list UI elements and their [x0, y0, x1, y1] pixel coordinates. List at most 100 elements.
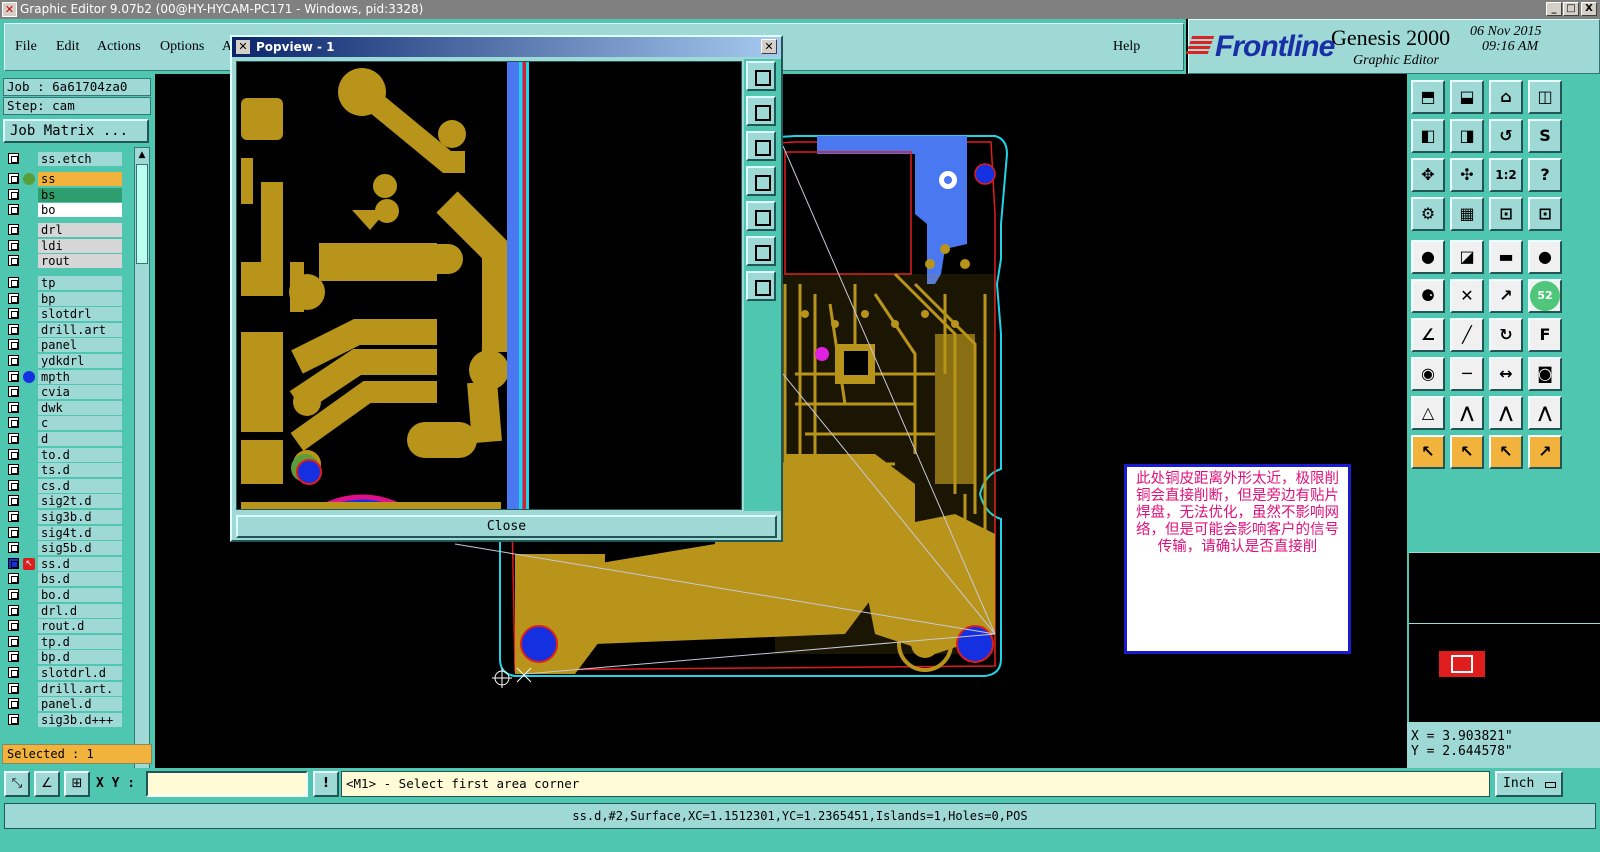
layer-row[interactable]: sig2t.d: [3, 494, 129, 509]
layer-name[interactable]: cs.d: [38, 478, 122, 493]
layer-name[interactable]: tp.d: [38, 634, 122, 649]
layer-name[interactable]: sig3b.d: [38, 510, 122, 524]
layer-name[interactable]: drl.d: [38, 603, 122, 618]
layer-checkbox[interactable]: [8, 255, 19, 267]
point-link-icon[interactable]: ↗: [1489, 279, 1523, 313]
layer-name[interactable]: slotdrl.d: [38, 666, 122, 680]
layer-row[interactable]: drill.art.: [3, 681, 129, 696]
layer-row[interactable]: drl: [3, 223, 129, 237]
select-arrow-icon[interactable]: ↖: [1411, 435, 1445, 469]
layer-name[interactable]: ydkdrl: [38, 354, 122, 368]
popview-zoom-fit-icon[interactable]: [746, 61, 776, 91]
layer-checkbox[interactable]: [8, 308, 19, 320]
layer-checkbox[interactable]: [8, 604, 19, 616]
job-matrix-button[interactable]: Job Matrix ...: [3, 119, 149, 143]
layer-row[interactable]: panel.d: [3, 697, 129, 712]
layer-checkbox[interactable]: [8, 323, 19, 335]
layer-checkbox[interactable]: [8, 224, 19, 235]
layer-checkbox[interactable]: [8, 204, 19, 216]
layer-row[interactable]: tp.d: [3, 634, 129, 649]
move-left-icon[interactable]: ◧: [1411, 119, 1445, 153]
layer-checkbox[interactable]: [8, 401, 19, 413]
angle-icon[interactable]: ∠: [1411, 318, 1445, 352]
layer-checkbox[interactable]: [8, 173, 19, 184]
select-edit-icon[interactable]: ↗: [1528, 435, 1562, 469]
layer-row[interactable]: bp.d: [3, 650, 129, 665]
layer-name[interactable]: ss: [38, 172, 122, 186]
layer-checkbox[interactable]: [8, 417, 19, 429]
layer-name[interactable]: ldi: [38, 238, 122, 253]
layer-row[interactable]: sig5b.d: [3, 541, 129, 556]
layer-row[interactable]: bp: [3, 291, 129, 306]
copy-pad-icon[interactable]: ◙: [1528, 357, 1562, 391]
layer-checkbox[interactable]: [8, 188, 19, 200]
popview-zoom-out-icon[interactable]: [746, 271, 776, 301]
layer-name[interactable]: tp: [38, 276, 122, 290]
layer-row[interactable]: sig3b.d: [3, 510, 129, 524]
layer-checkbox[interactable]: [8, 386, 19, 398]
layer-name[interactable]: ss.d: [38, 556, 122, 571]
layer-row[interactable]: c: [3, 416, 129, 431]
layer-name[interactable]: dwk: [38, 400, 122, 415]
layer-checkbox[interactable]: [8, 448, 19, 460]
config-icon[interactable]: ⚙: [1411, 197, 1445, 231]
color-swap-icon[interactable]: ◪: [1450, 240, 1484, 274]
pad-select-icon[interactable]: ●: [1411, 240, 1445, 274]
layer-name[interactable]: bp.d: [38, 650, 122, 665]
layer-name[interactable]: drl: [38, 223, 122, 237]
layer-row[interactable]: bo.d: [3, 588, 129, 602]
popview-pan-right-icon[interactable]: [746, 201, 776, 231]
layer-name[interactable]: panel.d: [38, 697, 122, 712]
layer-name[interactable]: sig3b.d+++: [38, 712, 122, 727]
minimize-button[interactable]: _: [1546, 2, 1562, 16]
layer-name[interactable]: bs.d: [38, 572, 122, 587]
net-select-icon[interactable]: ⊡: [1528, 197, 1562, 231]
popview-canvas[interactable]: [236, 61, 742, 510]
layer-row[interactable]: rout.d: [3, 619, 129, 634]
ruler-icon[interactable]: ▬: [1489, 240, 1523, 274]
layer-checkbox[interactable]: [8, 573, 19, 585]
layer-row[interactable]: slotdrl.d: [3, 666, 129, 680]
menu-options[interactable]: Options: [160, 39, 204, 55]
layer-checkbox[interactable]: [8, 511, 19, 522]
layer-checkbox[interactable]: [8, 667, 19, 678]
layer-row[interactable]: tp: [3, 276, 129, 290]
layer-checkbox[interactable]: [8, 153, 19, 164]
layer-checkbox[interactable]: [8, 355, 19, 366]
layer-checkbox[interactable]: [8, 620, 19, 632]
badge-icon[interactable]: 52: [1528, 279, 1562, 313]
layer-row[interactable]: ldi: [3, 238, 129, 253]
move-right-icon[interactable]: ◨: [1450, 119, 1484, 153]
arc-b-icon[interactable]: ⋀: [1528, 396, 1562, 430]
connect-icon[interactable]: ⚈: [1411, 279, 1445, 313]
move-down-icon[interactable]: ⬓: [1450, 80, 1484, 114]
layer-row[interactable]: d: [3, 432, 129, 446]
line-icon[interactable]: ─: [1450, 357, 1484, 391]
select-pointer-icon[interactable]: ↖: [1489, 435, 1523, 469]
split-view-icon[interactable]: ◫: [1528, 80, 1562, 114]
menu-edit[interactable]: Edit: [56, 39, 79, 55]
layer-checkbox[interactable]: [8, 526, 19, 538]
layer-row[interactable]: sig4t.d: [3, 525, 129, 540]
layer-checkbox[interactable]: [8, 682, 19, 694]
layer-checkbox[interactable]: [8, 339, 19, 351]
layer-ff-icon[interactable]: F: [1528, 318, 1562, 352]
zoom-fit-icon[interactable]: ✥: [1411, 158, 1445, 192]
scale-icon[interactable]: 1:2: [1489, 158, 1523, 192]
arc-a-icon[interactable]: ⋀: [1489, 396, 1523, 430]
layer-checkbox[interactable]: [8, 495, 19, 507]
maximize-button[interactable]: □: [1563, 2, 1579, 16]
layer-name[interactable]: bs: [38, 187, 122, 202]
pad-add-icon[interactable]: ◉: [1411, 357, 1445, 391]
menu-actions[interactable]: Actions: [97, 39, 141, 55]
snap-icon[interactable]: ⤡: [4, 771, 30, 797]
layer-name[interactable]: ts.d: [38, 463, 122, 478]
layer-name[interactable]: sig2t.d: [38, 494, 122, 509]
grid-snap-icon[interactable]: ▦: [1450, 197, 1484, 231]
rotate-icon[interactable]: ↺: [1489, 119, 1523, 153]
layer-name[interactable]: bo.d: [38, 588, 122, 602]
layer-name[interactable]: c: [38, 416, 122, 431]
layer-name[interactable]: sig5b.d: [38, 541, 122, 556]
bang-button[interactable]: !: [313, 771, 339, 797]
triangle-alert-icon[interactable]: △: [1411, 396, 1445, 430]
